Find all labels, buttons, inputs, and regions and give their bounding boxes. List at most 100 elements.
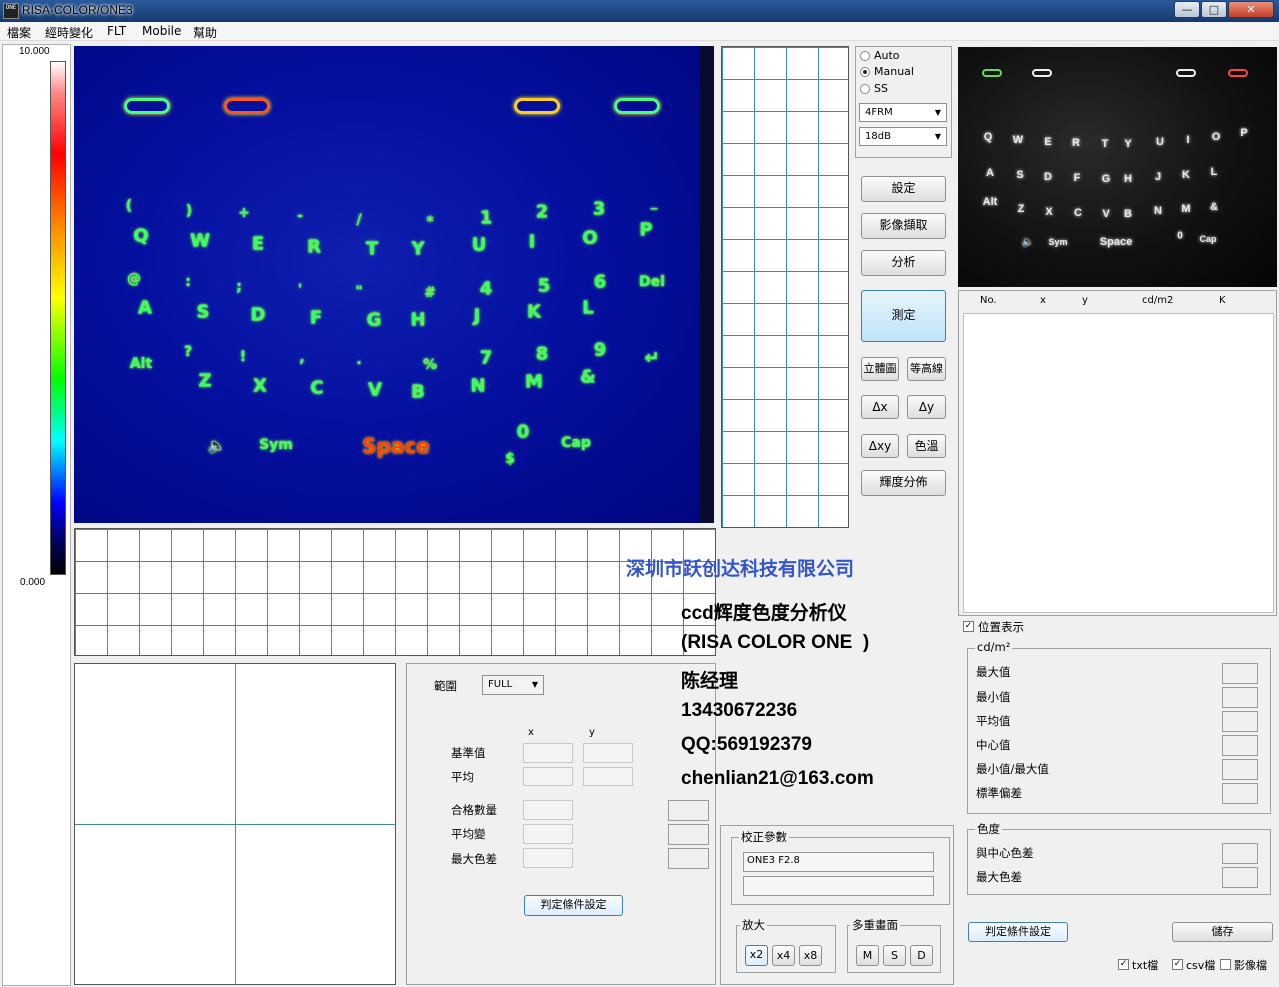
delta-x-button[interactable]: Δx bbox=[861, 395, 899, 419]
image-file-checkbox[interactable] bbox=[1220, 959, 1231, 970]
multiscreen-s-button[interactable]: S bbox=[883, 945, 906, 966]
table-header-y: y bbox=[1082, 295, 1088, 306]
delta-y-button[interactable]: Δy bbox=[907, 395, 946, 419]
zoom-x8-button[interactable]: x8 bbox=[799, 945, 822, 966]
gain-select-value: 18dB bbox=[865, 131, 891, 142]
zoom-x2-button[interactable]: x2 bbox=[745, 945, 768, 966]
menu-time-change[interactable]: 經時變化 bbox=[45, 24, 93, 41]
average-x-field bbox=[523, 767, 573, 786]
reference-value-label: 基準值 bbox=[451, 746, 486, 760]
capture-button[interactable]: 影像擷取 bbox=[861, 213, 946, 239]
preview-key-pill bbox=[1228, 69, 1248, 77]
preview-key: L bbox=[1210, 166, 1218, 178]
heatmap-key: L bbox=[582, 297, 594, 319]
maximize-button[interactable]: □ bbox=[1201, 1, 1227, 18]
zoom-x4-button[interactable]: x4 bbox=[772, 945, 795, 966]
contour-button[interactable]: 等高線 bbox=[907, 357, 946, 381]
average-change-label: 平均變 bbox=[451, 827, 486, 841]
txt-file-checkbox[interactable]: ✓ bbox=[1118, 959, 1129, 970]
measurement-table-body[interactable] bbox=[963, 313, 1274, 613]
stat-label-center-diff: 與中心色差 bbox=[976, 846, 1034, 860]
heatmap-key: 9 bbox=[593, 339, 607, 361]
judge-conditions-button-right[interactable]: 判定條件設定 bbox=[968, 922, 1068, 942]
menu-help[interactable]: 幫助 bbox=[193, 24, 217, 41]
heatmap-key: ; bbox=[236, 279, 242, 295]
preview-key: N bbox=[1154, 205, 1162, 217]
stereo-view-button[interactable]: 立體圖 bbox=[861, 357, 899, 381]
heatmap-key-left-pill bbox=[124, 98, 170, 114]
frame-select[interactable]: 4FRM ▼ bbox=[859, 103, 947, 122]
heatmap-key: # bbox=[424, 285, 436, 301]
heatmap-key: K bbox=[527, 301, 541, 323]
heatmap-key: 8 bbox=[535, 343, 549, 365]
mode-ss-radio[interactable] bbox=[860, 84, 870, 94]
chevron-down-icon: ▼ bbox=[934, 108, 941, 117]
measure-button[interactable]: 測定 bbox=[861, 290, 946, 342]
calibration-field[interactable]: ONE3 F2.8 bbox=[743, 852, 934, 872]
multiscreen-m-button[interactable]: M bbox=[856, 945, 879, 966]
measurement-table bbox=[958, 290, 1277, 616]
heatmap-key: I bbox=[528, 231, 536, 253]
stat-value-min bbox=[1222, 687, 1258, 708]
heatmap-key: * bbox=[426, 214, 434, 230]
stat-label-avg: 平均值 bbox=[976, 714, 1011, 728]
range-select[interactable]: FULL ▼ bbox=[482, 675, 544, 695]
heatmap-key: ) bbox=[185, 203, 193, 219]
calibration-field-2[interactable] bbox=[743, 876, 934, 896]
preview-key: 0 bbox=[1177, 230, 1183, 242]
preview-key-pill bbox=[1032, 69, 1052, 77]
overlay-qq: QQ:569192379 bbox=[681, 734, 812, 755]
heatmap-key: % bbox=[422, 357, 438, 373]
heatmap-key: 1 bbox=[479, 207, 493, 229]
minimize-button[interactable]: — bbox=[1174, 1, 1200, 18]
menu-flt[interactable]: FLT bbox=[107, 24, 126, 38]
judge-conditions-button[interactable]: 判定條件設定 bbox=[524, 895, 623, 916]
color-temp-button[interactable]: 色溫 bbox=[907, 434, 946, 458]
mode-auto-radio[interactable] bbox=[860, 51, 870, 61]
menu-mobile[interactable]: Mobile bbox=[142, 24, 181, 38]
heatmap-key: Cap bbox=[561, 435, 591, 451]
brightness-distribution-button[interactable]: 輝度分佈 bbox=[861, 470, 946, 496]
table-header-cdm2: cd/m2 bbox=[1142, 295, 1174, 306]
preview-key: C bbox=[1074, 207, 1082, 219]
preview-key: M bbox=[1181, 203, 1191, 215]
close-button[interactable]: ✕ bbox=[1228, 1, 1274, 18]
preview-key: X bbox=[1045, 206, 1053, 218]
preview-key: D bbox=[1044, 171, 1052, 183]
heatmap-key: Sym bbox=[259, 437, 293, 453]
vertical-profile-graph bbox=[721, 46, 849, 528]
heatmap-vertical-scrollbar[interactable] bbox=[700, 46, 714, 523]
analyze-button[interactable]: 分析 bbox=[861, 250, 946, 276]
preview-key: Cap bbox=[1199, 234, 1217, 244]
multiscreen-d-button[interactable]: D bbox=[910, 945, 933, 966]
preview-key-pill bbox=[982, 69, 1002, 77]
heatmap-key: 6 bbox=[593, 271, 607, 293]
save-button[interactable]: 儲存 bbox=[1172, 922, 1273, 942]
luminance-heatmap[interactable]: ( ) + - / * 1 2 3 _ Q W E R T Y U I O P … bbox=[74, 46, 700, 523]
heatmap-key: H bbox=[410, 309, 426, 331]
csv-file-checkbox[interactable]: ✓ bbox=[1172, 959, 1183, 970]
mode-manual-radio[interactable] bbox=[860, 67, 870, 77]
stat-label-stddev: 標準偏差 bbox=[976, 786, 1022, 800]
heatmap-key: ' bbox=[297, 282, 303, 298]
heatmap-key: _ bbox=[650, 194, 658, 210]
horizontal-profile-graph bbox=[74, 528, 716, 656]
preview-key: Q bbox=[983, 131, 993, 143]
preview-key: A bbox=[986, 167, 994, 179]
heatmap-key-menu-pill bbox=[224, 98, 270, 114]
settings-button[interactable]: 設定 bbox=[861, 176, 946, 202]
reference-y-field[interactable] bbox=[583, 743, 633, 763]
menu-file[interactable]: 檔案 bbox=[7, 24, 31, 41]
mode-auto-label: Auto bbox=[874, 49, 900, 62]
heatmap-key: G bbox=[366, 309, 382, 331]
preview-key: Space bbox=[1099, 236, 1133, 248]
position-display-checkbox[interactable]: ✓ bbox=[963, 621, 974, 632]
heatmap-key: Z bbox=[198, 370, 212, 392]
col-y-label: y bbox=[589, 727, 595, 738]
reference-x-field[interactable] bbox=[523, 743, 573, 763]
preview-key: E bbox=[1044, 136, 1052, 148]
multi-view-panel bbox=[74, 663, 396, 985]
gain-select[interactable]: 18dB ▼ bbox=[859, 127, 947, 146]
delta-xy-button[interactable]: Δxy bbox=[861, 434, 899, 458]
preview-key: J bbox=[1154, 171, 1162, 183]
